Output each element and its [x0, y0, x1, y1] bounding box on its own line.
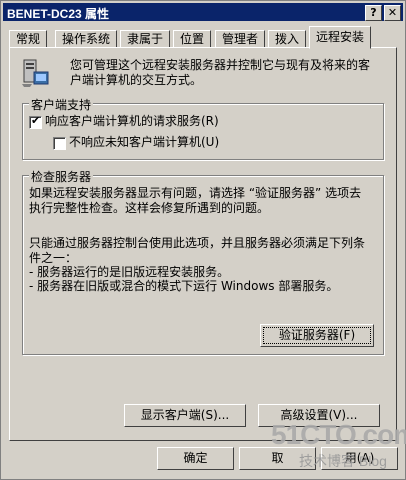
no-unknown-label[interactable]: 不响应未知客户端计算机(U) — [69, 135, 219, 150]
show-clients-button[interactable]: 显示客户端(S)... — [124, 404, 246, 427]
check-line-2: 执行完整性检查。这样会修复所遇到的问题。 — [29, 201, 270, 215]
site-watermark: 51CTO.com 技术博客 Blog — [271, 419, 406, 469]
verify-server-button[interactable]: 验证服务器(F) — [260, 324, 374, 347]
server-icon — [22, 59, 49, 87]
tab-panel: 您可管理这个远程安装服务器并控制它与现有及将来的客 户端计算机的交互方式。 客户… — [9, 47, 397, 441]
respond-checkbox[interactable] — [29, 114, 42, 129]
title-bar[interactable]: BENET-DC23 属性 ? ✕ — [3, 3, 403, 21]
check-line-1: 如果远程安装服务器显示有问题，请选择 “验证服务器” 选项去 — [29, 186, 362, 200]
properties-window: BENET-DC23 属性 ? ✕ 常规 操作系统 隶属于 位置 管理者 拨入 … — [0, 0, 406, 480]
intro-line-2: 户端计算机的交互方式。 — [70, 73, 203, 87]
no-unknown-checkbox[interactable] — [53, 137, 66, 150]
watermark-logo-text: 51CTO.com — [271, 419, 406, 450]
check-server-group: 检查服务器 如果远程安装服务器显示有问题，请选择 “验证服务器” 选项去 执行完… — [22, 168, 384, 355]
ok-button[interactable]: 确定 — [157, 447, 234, 470]
check-line-3: 只能通过服务器控制台使用此选项，并且服务器必须满足下列条 — [29, 236, 366, 250]
help-button[interactable]: ? — [365, 5, 382, 21]
check-line-5: - 服务器运行的是旧版远程安装服务。 — [29, 265, 230, 279]
client-support-legend: 客户端支持 — [29, 96, 94, 113]
check-line-4: 件之一： — [29, 251, 78, 265]
check-line-6: - 服务器在旧版或混合的模式下运行 Windows 部署服务。 — [29, 279, 339, 293]
tab-remote-install[interactable]: 远程安装 — [309, 26, 372, 49]
respond-label[interactable]: 响应客户端计算机的请求服务(R) — [45, 114, 219, 129]
window-title: BENET-DC23 属性 — [7, 7, 110, 21]
check-server-legend: 检查服务器 — [29, 168, 94, 185]
client-support-group: 客户端支持 响应客户端计算机的请求服务(R) 不响应未知客户端计算机(U) — [22, 96, 384, 160]
watermark-subtitle: 技术博客 Blog — [299, 453, 387, 469]
close-button[interactable]: ✕ — [384, 5, 401, 21]
tab-strip: 常规 操作系统 隶属于 位置 管理者 拨入 远程安装 — [9, 26, 401, 49]
intro-line-1: 您可管理这个远程安装服务器并控制它与现有及将来的客 — [70, 58, 371, 72]
